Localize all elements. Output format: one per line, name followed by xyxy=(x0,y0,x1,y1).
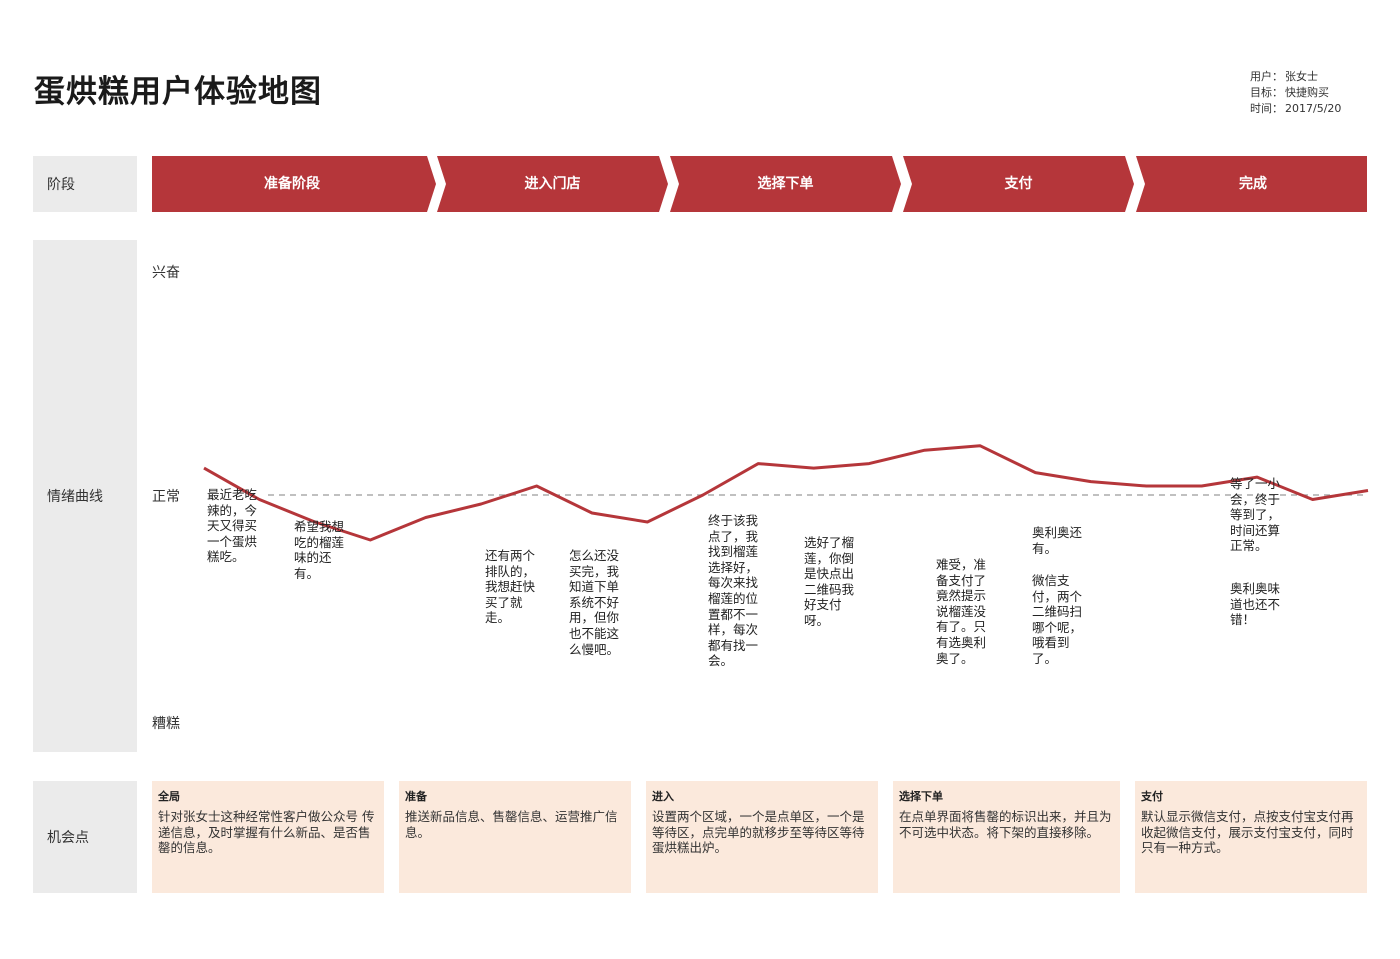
note-1: 最近老吃 辣的，今 天又得买 一个蛋烘 糕吃。 xyxy=(207,487,258,565)
opportunity-card-order: 选择下单 在点单界面将售罄的标识出来，并且为不可选中状态。将下架的直接移除。 xyxy=(893,781,1120,893)
opportunity-card-global: 全局 针对张女士这种经常性客户做公众号 传递信息，及时掌握有什么新品、是否售罄的… xyxy=(152,781,384,893)
opportunity-card-prepare: 准备 推送新品信息、售罄信息、运营推广信息。 xyxy=(399,781,631,893)
opportunity-title: 选择下单 xyxy=(899,790,943,803)
opportunity-text: 在点单界面将售罄的标识出来，并且为不可选中状态。将下架的直接移除。 xyxy=(899,809,1112,840)
note-2: 希望我想 吃的榴莲 味的还 有。 xyxy=(294,519,345,581)
emotion-curve xyxy=(203,444,1369,542)
opportunity-title: 准备 xyxy=(405,790,427,803)
opportunity-text: 默认显示微信支付，点按支付宝支付再收起微信支付，展示支付宝支付，同时只有一种方式… xyxy=(1141,809,1354,856)
opportunity-title: 进入 xyxy=(652,790,674,803)
note-6: 选好了榴 莲，你倒 是快点出 二维码我 好支付 呀。 xyxy=(804,535,855,628)
note-4: 怎么还没 买完，我 知道下单 系统不好 用，但你 也不能这 么慢吧。 xyxy=(569,548,620,657)
note-10: 等了一小 会，终于 等到了， 时间还算 正常。 xyxy=(1230,476,1281,554)
note-5: 终于该我 点了，我 找到榴莲 选择好， 每次来找 榴莲的位 置都不一 样，每次 … xyxy=(708,513,759,669)
note-3: 还有两个 排队的， 我想赶快 买了就 走。 xyxy=(485,548,536,626)
note-7: 难受，准 备支付了 竟然提示 说榴莲没 有了。只 有选奥利 奥了。 xyxy=(936,557,987,666)
opportunity-title: 全局 xyxy=(158,790,180,803)
opportunity-text: 推送新品信息、售罄信息、运营推广信息。 xyxy=(405,809,618,840)
note-9: 微信支 付，两个 二维码扫 哪个呢， 哦看到 了。 xyxy=(1032,573,1083,666)
opportunity-title: 支付 xyxy=(1141,790,1163,803)
opportunity-text: 针对张女士这种经常性客户做公众号 传递信息，及时掌握有什么新品、是否售罄的信息。 xyxy=(158,809,375,856)
note-11: 奥利奥味 道也还不 错！ xyxy=(1230,581,1281,628)
opportunity-card-enter: 进入 设置两个区域，一个是点单区，一个是等待区，点完单的就移步至等待区等待蛋烘糕… xyxy=(646,781,878,893)
opportunity-text: 设置两个区域，一个是点单区，一个是等待区，点完单的就移步至等待区等待蛋烘糕出炉。 xyxy=(652,809,865,856)
opportunity-card-pay: 支付 默认显示微信支付，点按支付宝支付再收起微信支付，展示支付宝支付，同时只有一… xyxy=(1135,781,1367,893)
note-8: 奥利奥还 有。 xyxy=(1032,525,1083,556)
